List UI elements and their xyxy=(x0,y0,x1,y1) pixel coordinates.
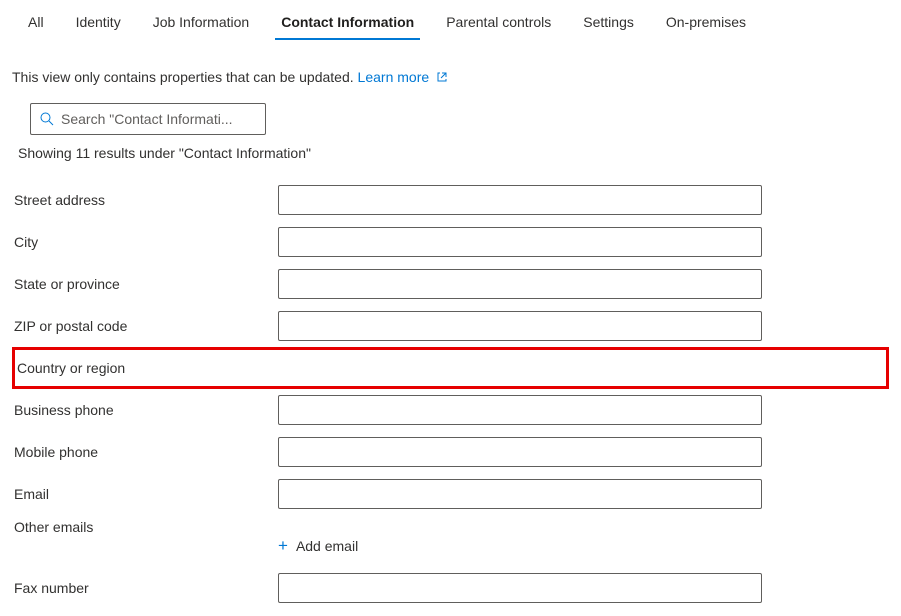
tab-job-information[interactable]: Job Information xyxy=(137,8,266,40)
row-email: Email xyxy=(12,473,889,515)
input-street-address[interactable] xyxy=(278,185,762,215)
tab-identity[interactable]: Identity xyxy=(60,8,137,40)
input-state[interactable] xyxy=(278,269,762,299)
add-email-button[interactable]: + Add email xyxy=(278,532,358,560)
search-input[interactable] xyxy=(61,111,257,127)
input-email[interactable] xyxy=(278,479,762,509)
label-other-emails: Other emails xyxy=(14,515,278,535)
tab-contact-information[interactable]: Contact Information xyxy=(265,8,430,40)
label-country: Country or region xyxy=(15,360,279,376)
external-link-icon xyxy=(436,71,448,83)
row-city: City xyxy=(12,221,889,263)
label-mobile-phone: Mobile phone xyxy=(14,444,278,460)
tab-parental-controls[interactable]: Parental controls xyxy=(430,8,567,40)
row-business-phone: Business phone xyxy=(12,389,889,431)
info-line: This view only contains properties that … xyxy=(12,69,889,85)
input-country[interactable] xyxy=(279,354,763,382)
info-text: This view only contains properties that … xyxy=(12,69,354,85)
search-icon xyxy=(39,111,55,127)
row-zip: ZIP or postal code xyxy=(12,305,889,347)
tab-settings[interactable]: Settings xyxy=(567,8,650,40)
label-city: City xyxy=(14,234,278,250)
label-business-phone: Business phone xyxy=(14,402,278,418)
row-mobile-phone: Mobile phone xyxy=(12,431,889,473)
row-other-emails: Other emails + Add email xyxy=(12,515,889,567)
input-zip[interactable] xyxy=(278,311,762,341)
row-state: State or province xyxy=(12,263,889,305)
learn-more-link[interactable]: Learn more xyxy=(358,69,448,85)
row-country-highlighted: Country or region xyxy=(12,347,889,389)
input-business-phone[interactable] xyxy=(278,395,762,425)
search-box[interactable] xyxy=(30,103,266,135)
label-fax: Fax number xyxy=(14,580,278,596)
search-wrap xyxy=(30,103,889,135)
label-street-address: Street address xyxy=(14,192,278,208)
label-email: Email xyxy=(14,486,278,502)
results-count: Showing 11 results under "Contact Inform… xyxy=(18,145,889,161)
tab-on-premises[interactable]: On-premises xyxy=(650,8,762,40)
input-fax[interactable] xyxy=(278,573,762,603)
label-zip: ZIP or postal code xyxy=(14,318,278,334)
plus-icon: + xyxy=(278,536,288,556)
input-city[interactable] xyxy=(278,227,762,257)
row-street-address: Street address xyxy=(12,179,889,221)
tab-all[interactable]: All xyxy=(12,8,60,40)
form-rows: Street address City State or province ZI… xyxy=(12,179,889,609)
input-mobile-phone[interactable] xyxy=(278,437,762,467)
learn-more-text: Learn more xyxy=(358,69,430,85)
content-area: This view only contains properties that … xyxy=(0,41,901,609)
label-state: State or province xyxy=(14,276,278,292)
add-email-label: Add email xyxy=(296,538,358,554)
tabs-bar: All Identity Job Information Contact Inf… xyxy=(0,0,901,41)
row-fax: Fax number xyxy=(12,567,889,609)
